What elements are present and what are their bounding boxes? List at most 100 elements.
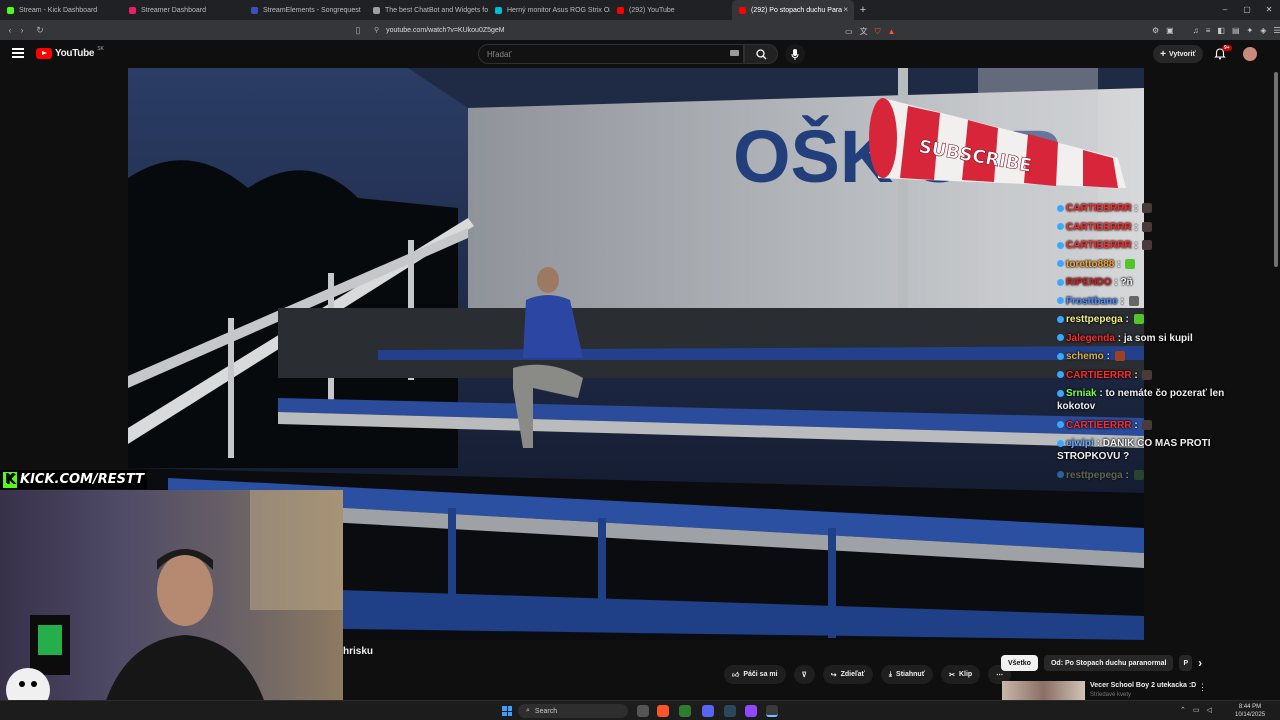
dislike-button[interactable]: ⊽ — [793, 665, 815, 684]
steam-icon[interactable] — [724, 705, 736, 717]
brave-shield-icon[interactable]: ⛉ — [875, 27, 881, 37]
windows-start-icon[interactable] — [502, 706, 512, 716]
close-window-icon[interactable]: ✕ — [1258, 0, 1280, 20]
chat-text: ja som si kupil — [1123, 332, 1193, 344]
chat-separator: : — [1122, 469, 1132, 481]
recommended-video[interactable]: Vecer School Boy 2 utekacka :D Striedavé… — [1002, 681, 1252, 700]
browser-tab[interactable]: (292) Po stopach duchu Para × — [732, 0, 854, 20]
chat-separator: : — [1103, 351, 1113, 362]
chat-username: ejwipi — [1066, 438, 1094, 449]
menu-icon[interactable]: ☰ — [1273, 26, 1280, 35]
voice-search-button[interactable] — [785, 44, 805, 64]
clip-label: Klip — [958, 671, 973, 678]
url-field[interactable]: ⚲ youtube.com/watch?v=KUkou0Z5geM — [374, 23, 910, 37]
youtube-header: YouTube SK Hľadať + Vytvoriť 9+ — [0, 40, 1280, 68]
translate-icon[interactable]: 文 — [860, 26, 868, 37]
browser-tab-strip: Stream - Kick Dashboard Streamer Dashboar… — [0, 0, 1280, 20]
search-input[interactable]: Hľadať — [478, 44, 744, 64]
new-tab-icon[interactable]: + — [854, 4, 872, 16]
account-avatar[interactable] — [1243, 47, 1257, 61]
chat-username: CARTIEERRR — [1066, 369, 1132, 381]
scrollbar-thumb[interactable] — [1274, 72, 1278, 267]
chat-badge-icon — [1057, 371, 1064, 379]
rewards-icon[interactable]: ▲ — [888, 27, 896, 36]
task-view-icon[interactable] — [637, 705, 649, 717]
create-button[interactable]: + Vytvoriť — [1153, 45, 1203, 63]
xbox-icon[interactable] — [679, 705, 691, 717]
wallet-icon[interactable]: ▤ — [1232, 26, 1240, 35]
volume-icon[interactable]: ◁ — [1207, 706, 1212, 714]
brave-browser-icon[interactable] — [657, 705, 669, 717]
chat-message: CARTIEERRR : — [1057, 221, 1237, 234]
chip-from-channel[interactable]: Od: Po Stopach duchu paranormal — [1043, 655, 1174, 671]
browser-tab[interactable]: Stream - Kick Dashboard — [0, 0, 122, 20]
chip-partial[interactable]: P — [1179, 655, 1193, 671]
cast-icon[interactable]: ▭ — [845, 27, 853, 36]
clip-button[interactable]: ✂ Klip — [941, 665, 981, 684]
share-button[interactable]: ↪ Zdieľať — [822, 665, 873, 684]
like-button[interactable]: 👍︎ Páči sa mi — [724, 665, 786, 684]
close-tab-icon[interactable]: × — [843, 5, 848, 14]
chat-message: Srniak : to nemáte čo pozerať len kokoto… — [1057, 387, 1237, 413]
forward-icon[interactable]: › — [16, 25, 28, 35]
chat-separator: : — [1117, 295, 1127, 307]
clock-time: 8:44 PM — [1238, 704, 1262, 710]
browser-tab[interactable]: Herný monitor Asus ROG Strix OLED — [488, 0, 610, 20]
chat-badge-icon — [1057, 352, 1064, 360]
chat-badge-icon — [1057, 334, 1064, 342]
download-button[interactable]: ⤓ Stiahnuť — [880, 665, 934, 684]
share-icon: ↪ — [830, 671, 837, 679]
kick-logo-icon: K — [3, 471, 17, 488]
twitch-icon[interactable] — [745, 705, 757, 717]
taskbar-clock[interactable]: 8:44 PM 10/14/2025 — [1235, 703, 1265, 719]
vpn-icon[interactable]: ◈ — [1260, 26, 1266, 35]
back-icon[interactable]: ‹ — [4, 25, 16, 35]
search-button[interactable] — [744, 44, 778, 64]
reading-list-icon[interactable]: ≡ — [1206, 26, 1211, 35]
stream-chat-overlay: CARTIEERRR : CARTIEERRR : CARTIEERRR : t… — [1057, 202, 1237, 487]
chat-emote-icon — [1142, 203, 1153, 214]
site-info-icon[interactable]: ⚲ — [374, 26, 379, 34]
chip-all[interactable]: Všetko — [1001, 655, 1038, 671]
split-view-icon[interactable]: ◧ — [1217, 26, 1225, 35]
chat-emote-icon — [1128, 295, 1139, 306]
extension-icon[interactable]: ⚙ — [1152, 26, 1159, 35]
discord-icon[interactable] — [702, 705, 714, 717]
browser-tab[interactable]: StreamElements - Songrequest — [244, 0, 366, 20]
bookmark-icon[interactable]: ▯ — [352, 25, 364, 36]
leo-icon[interactable]: ✦ — [1247, 26, 1254, 35]
chat-separator: : — [1131, 221, 1141, 233]
chevron-right-icon[interactable]: › — [1198, 655, 1202, 671]
chat-message: CARTIEERRR : — [1057, 419, 1237, 432]
browser-tab[interactable]: The best ChatBot and Widgets for K — [366, 0, 488, 20]
browser-tab[interactable]: Streamer Dashboard — [122, 0, 244, 20]
page-scrollbar[interactable] — [1272, 68, 1280, 700]
taskbar-search[interactable]: ⌕ Search — [518, 704, 628, 718]
window-controls: – ▢ ✕ — [1214, 0, 1280, 20]
windows-taskbar: ⌕ Search ⌃ ▭ ◁ 8:44 PM 10/14/2025 — [0, 700, 1280, 720]
guide-menu-icon[interactable] — [12, 48, 24, 58]
minimize-icon[interactable]: – — [1214, 0, 1236, 20]
maximize-icon[interactable]: ▢ — [1236, 0, 1258, 20]
plus-icon: + — [1160, 48, 1166, 60]
youtube-wordmark: YouTube — [55, 48, 95, 59]
recommended-thumbnail[interactable] — [1002, 681, 1085, 700]
music-icon[interactable]: ♫ — [1193, 26, 1199, 35]
recommended-title[interactable]: Vecer School Boy 2 utekacka :D — [1090, 682, 1196, 689]
chevron-up-icon[interactable]: ⌃ — [1180, 706, 1186, 714]
sidebar-icon[interactable]: ▣ — [1166, 26, 1174, 35]
browser-tab[interactable]: (292) YouTube — [610, 0, 732, 20]
youtube-logo[interactable]: YouTube SK — [36, 46, 104, 59]
obs-icon[interactable] — [766, 705, 778, 717]
chat-username: CARTIEERRR — [1066, 203, 1132, 214]
chat-username: schemo — [1066, 351, 1104, 362]
more-horizontal-icon: ⋯ — [996, 671, 1004, 679]
reload-icon[interactable]: ↻ — [34, 25, 46, 36]
notification-count-badge: 9+ — [1222, 45, 1232, 51]
chat-badge-icon — [1057, 471, 1064, 479]
more-vertical-icon[interactable]: ⋮ — [1198, 682, 1207, 693]
network-icon[interactable]: ▭ — [1193, 706, 1200, 714]
share-label: Zdieľať — [840, 671, 865, 678]
webcam-frame — [6, 490, 343, 720]
keyboard-icon[interactable] — [730, 50, 739, 56]
